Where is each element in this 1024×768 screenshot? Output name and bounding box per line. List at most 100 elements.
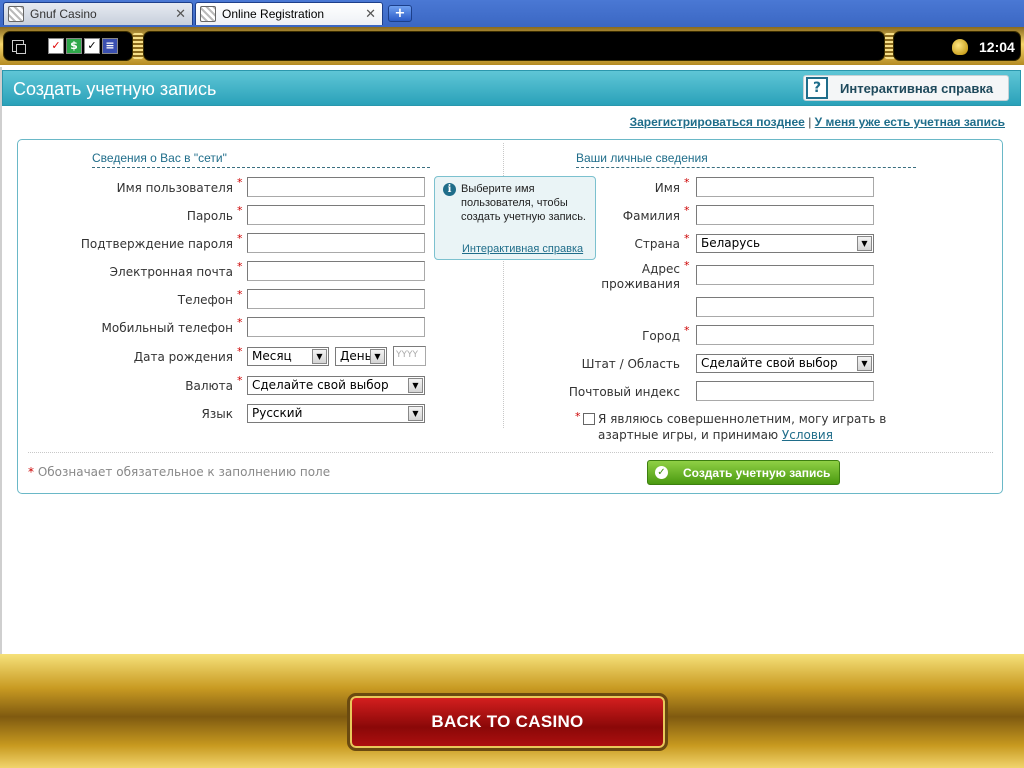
toolbar-right-panel: 12:04 [893,31,1021,61]
city-label: Город [642,329,680,343]
birth-month-value: Месяц [252,349,292,363]
chevron-down-icon: ▼ [857,356,872,371]
money-bag-icon[interactable] [952,39,968,55]
chevron-down-icon: ▼ [408,378,423,393]
account-links: Зарегистрироваться позднее | У меня уже … [630,115,1005,129]
required-marker: * [684,176,690,189]
required-marker: * [237,260,243,273]
language-label: Язык [201,407,233,421]
personal-info-section-title: Ваши личные сведения [576,151,916,168]
birth-month-select[interactable]: Месяц ▼ [247,347,329,366]
create-account-label: Создать учетную запись [683,465,831,480]
year-placeholder: YYYY [396,350,418,360]
registration-favicon-icon [200,6,216,22]
online-info-section-title: Сведения о Вас в "сети" [92,151,430,168]
required-note-text: Обозначает обязательное к заполнению пол… [37,465,331,479]
state-value: Сделайте свой выбор [701,356,838,370]
create-account-button[interactable]: ✓ Создать учетную запись [647,460,840,485]
casino-toolbar: ✓ $ ✓ ≡ 12:04 [0,27,1024,65]
postal-code-label: Почтовый индекс [568,385,680,399]
register-later-link[interactable]: Зарегистрироваться позднее [630,115,805,129]
cash-icon[interactable]: $ [66,38,82,54]
password-label: Пароль [186,209,233,223]
back-to-casino-button[interactable]: BACK TO CASINO [347,693,668,751]
address-label: Адрес [641,262,680,276]
last-name-input[interactable] [696,205,874,225]
close-icon[interactable]: ✕ [175,6,186,22]
chevron-down-icon: ▼ [857,236,872,251]
required-marker: * [237,288,243,301]
window-restore-icon[interactable] [12,40,26,54]
age-consent-label: Я являюсь совершеннолетним, могу играть … [598,412,887,442]
required-marker: * [684,324,690,337]
info-icon: i [443,183,456,196]
required-marker: * [28,465,34,479]
checklist-icon[interactable]: ✓ [48,38,64,54]
address-line2-input[interactable] [696,297,874,317]
notes-icon[interactable]: ≡ [102,38,118,54]
page-title: Создать учетную запись [13,79,217,99]
new-tab-button[interactable]: + [388,5,412,22]
first-name-label: Имя [654,181,680,195]
mobile-label: Мобильный телефон [101,321,233,335]
clock: 12:04 [979,39,1015,55]
required-marker: * [575,410,581,423]
chevron-down-icon: ▼ [312,349,327,364]
chevron-down-icon: ▼ [408,406,423,421]
country-value: Беларусь [701,236,761,250]
required-marker: * [237,176,243,189]
currency-label: Валюта [185,379,233,393]
city-input[interactable] [696,325,874,345]
toolbar-left-panel: ✓ $ ✓ ≡ [3,31,133,61]
email-label: Электронная почта [109,265,233,279]
birth-day-value: День [340,349,372,363]
email-input[interactable] [247,261,425,281]
language-select[interactable]: Русский ▼ [247,404,425,423]
confirm-password-input[interactable] [247,233,425,253]
postal-code-input[interactable] [696,381,874,401]
existing-account-link[interactable]: У меня уже есть учетная запись [815,115,1005,129]
birth-year-input[interactable]: YYYY [393,346,426,366]
required-marker: * [237,316,243,329]
currency-select[interactable]: Сделайте свой выбор ▼ [247,376,425,395]
close-icon[interactable]: ✕ [365,6,376,22]
language-value: Русский [252,406,303,420]
tab-label: Online Registration [222,7,325,21]
country-label: Страна [634,237,680,251]
tab-gnuf-casino[interactable]: Gnuf Casino ✕ [3,2,193,25]
birth-day-select[interactable]: День ▼ [335,347,387,366]
country-select[interactable]: Беларусь ▼ [696,234,874,253]
password-input[interactable] [247,205,425,225]
interactive-help-button[interactable]: ? Интерактивная справка [803,75,1009,101]
casino-footer: BACK TO CASINO [0,654,1024,768]
first-name-input[interactable] [696,177,874,197]
state-label: Штат / Область [581,357,680,371]
state-select[interactable]: Сделайте свой выбор ▼ [696,354,874,373]
required-marker: * [684,204,690,217]
help-button-label: Интерактивная справка [840,80,994,96]
required-marker: * [237,232,243,245]
toolbar-message-panel [143,31,885,61]
age-consent-text: Я являюсь совершеннолетним, могу играть … [598,411,888,443]
required-marker: * [237,345,243,358]
tab-online-registration[interactable]: Online Registration ✕ [195,2,383,25]
required-marker: * [237,374,243,387]
check-icon: ✓ [655,466,668,479]
mobile-input[interactable] [247,317,425,337]
verify-icon[interactable]: ✓ [84,38,100,54]
username-input[interactable] [247,177,425,197]
address-line1-input[interactable] [696,265,874,285]
page-header: Создать учетную запись ? Интерактивная с… [2,70,1021,106]
browser-tab-strip: Gnuf Casino ✕ Online Registration ✕ + [0,0,1024,27]
required-field-note: * Обозначает обязательное к заполнению п… [28,465,330,479]
link-separator: | [808,115,812,129]
terms-link[interactable]: Условия [782,428,833,442]
plus-icon: + [394,6,406,21]
phone-input[interactable] [247,289,425,309]
last-name-label: Фамилия [622,209,680,223]
age-consent-checkbox[interactable] [583,413,595,425]
required-marker: * [684,259,690,272]
phone-label: Телефон [177,293,233,307]
form-footer-divider [28,452,993,453]
toolbar-grip [133,33,143,59]
